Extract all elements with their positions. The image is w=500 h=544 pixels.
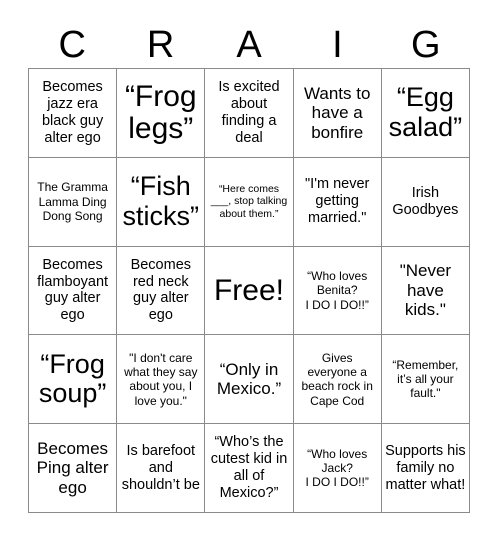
bingo-cell-label: "Never have kids." xyxy=(399,261,452,320)
header-letter-4: I xyxy=(332,24,343,66)
bingo-cell-label: “Fish sticks” xyxy=(122,171,200,231)
bingo-cell-label: The Gramma Lamma Ding Dong Song xyxy=(37,180,108,223)
bingo-cell-label: Becomes red neck guy alter ego xyxy=(130,256,192,324)
bingo-grid: Becomes jazz era black guy alter ego “Fr… xyxy=(28,68,470,513)
bingo-cell-r5c4[interactable]: “Who loves Jack? I DO I DO!!” xyxy=(293,424,382,513)
bingo-cell-r1c1[interactable]: Becomes jazz era black guy alter ego xyxy=(29,69,118,158)
header-letter-1: C xyxy=(58,24,86,66)
bingo-cell-label: “Here comes ___, stop talking about them… xyxy=(210,182,288,221)
bingo-cell-label: Becomes flamboyant guy alter ego xyxy=(37,256,109,324)
bingo-cell-label: Becomes Ping alter ego xyxy=(36,439,109,497)
bingo-cell-r4c5[interactable]: “Remember, it’s all your fault." xyxy=(381,335,470,425)
bingo-cell-label: Is excited about finding a deal xyxy=(218,78,280,146)
bingo-cell-r5c2[interactable]: Is barefoot and shouldn’t be xyxy=(117,424,206,513)
bingo-cell-label: "I'm never getting married." xyxy=(305,176,370,227)
bingo-cell-r2c4[interactable]: "I'm never getting married." xyxy=(293,157,382,247)
bingo-cell-r3c5[interactable]: "Never have kids." xyxy=(381,246,470,336)
bingo-cell-r3c1[interactable]: Becomes flamboyant guy alter ego xyxy=(29,246,118,336)
bingo-cell-label: Becomes jazz era black guy alter ego xyxy=(41,78,104,146)
header-letter-5: G xyxy=(411,24,441,66)
bingo-cell-r2c2[interactable]: “Fish sticks” xyxy=(117,157,206,247)
bingo-cell-r1c5[interactable]: “Egg salad” xyxy=(381,69,470,158)
bingo-cell-label: Irish Goodbyes xyxy=(392,184,459,218)
bingo-cell-label: “Who loves Benita? I DO I DO!!” xyxy=(305,268,369,312)
bingo-cell-label: “Who’s the cutest kid in all of Mexico?” xyxy=(210,434,288,502)
bingo-cell-label: “Egg salad” xyxy=(388,82,463,142)
bingo-cell-label: Is barefoot and shouldn’t be xyxy=(121,442,200,493)
header-letter-3: A xyxy=(236,24,262,66)
bingo-cell-r3c4[interactable]: “Who loves Benita? I DO I DO!!” xyxy=(293,246,382,336)
bingo-cell-label: “Only in Mexico.” xyxy=(216,359,282,399)
bingo-cell-label: "I don't care what they say about you, I… xyxy=(124,350,198,408)
bingo-cell-r1c2[interactable]: “Frog legs” xyxy=(117,69,206,158)
bingo-cell-r2c1[interactable]: The Gramma Lamma Ding Dong Song xyxy=(29,157,118,247)
bingo-cell-r5c5[interactable]: Supports his family no matter what! xyxy=(381,424,470,513)
bingo-cell-r1c3[interactable]: Is excited about finding a deal xyxy=(205,69,294,158)
bingo-cell-r5c1[interactable]: Becomes Ping alter ego xyxy=(29,424,118,513)
bingo-cell-r3c2[interactable]: Becomes red neck guy alter ego xyxy=(117,246,206,336)
bingo-cell-r1c4[interactable]: Wants to have a bonfire xyxy=(293,69,382,158)
bingo-card: C R A I G Becomes jazz era black guy alt… xyxy=(0,0,500,544)
bingo-cell-label: “Who loves Jack? I DO I DO!!” xyxy=(305,446,369,490)
bingo-cell-label: Wants to have a bonfire xyxy=(303,83,371,142)
bingo-cell-r2c5[interactable]: Irish Goodbyes xyxy=(381,157,470,247)
header-letter-2: R xyxy=(146,24,175,66)
bingo-cell-r2c3[interactable]: “Here comes ___, stop talking about them… xyxy=(205,157,294,247)
bingo-cell-label: Gives everyone a beach rock in Cape Cod xyxy=(301,350,373,408)
bingo-cell-free-space[interactable]: Free! xyxy=(205,246,294,336)
bingo-cell-label: “Frog legs” xyxy=(124,80,197,145)
bingo-cell-label: “Frog soup” xyxy=(38,348,107,409)
bingo-cell-label: “Remember, it’s all your fault." xyxy=(392,357,459,401)
bingo-header-row: C R A I G xyxy=(28,22,470,68)
bingo-cell-r4c2[interactable]: "I don't care what they say about you, I… xyxy=(117,335,206,425)
bingo-cell-label: Free! xyxy=(213,273,284,307)
bingo-cell-r4c3[interactable]: “Only in Mexico.” xyxy=(205,335,294,425)
bingo-cell-r4c4[interactable]: Gives everyone a beach rock in Cape Cod xyxy=(293,335,382,425)
bingo-cell-label: Supports his family no matter what! xyxy=(385,442,466,493)
bingo-cell-r5c3[interactable]: “Who’s the cutest kid in all of Mexico?” xyxy=(205,424,294,513)
bingo-cell-r4c1[interactable]: “Frog soup” xyxy=(29,335,118,425)
